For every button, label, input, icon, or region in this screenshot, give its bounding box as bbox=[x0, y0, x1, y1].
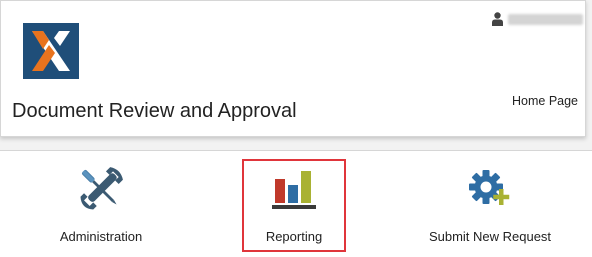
page: Document Review and Approval Home Page A… bbox=[0, 0, 592, 257]
administration-label: Administration bbox=[59, 229, 143, 244]
reporting-tile[interactable]: Reporting bbox=[242, 159, 346, 252]
bar-chart-icon bbox=[272, 171, 316, 209]
administration-tile[interactable]: Administration bbox=[30, 151, 172, 257]
gear-plus-icon bbox=[469, 170, 510, 205]
submit-new-request-tile[interactable]: Submit New Request bbox=[418, 151, 562, 257]
submit-new-request-label: Submit New Request bbox=[428, 229, 552, 244]
home-page-link[interactable]: Home Page bbox=[512, 94, 578, 108]
tiles-panel: Administration Reporting Submit New Requ… bbox=[0, 150, 592, 257]
x-logo-icon bbox=[23, 23, 79, 79]
user-icon bbox=[492, 12, 503, 26]
user-menu[interactable] bbox=[492, 10, 583, 28]
user-name bbox=[508, 13, 583, 25]
header-panel: Document Review and Approval Home Page bbox=[0, 0, 586, 137]
app-title: Document Review and Approval bbox=[12, 100, 297, 122]
wrench-screwdriver-icon bbox=[80, 167, 123, 210]
reporting-label: Reporting bbox=[265, 229, 323, 244]
